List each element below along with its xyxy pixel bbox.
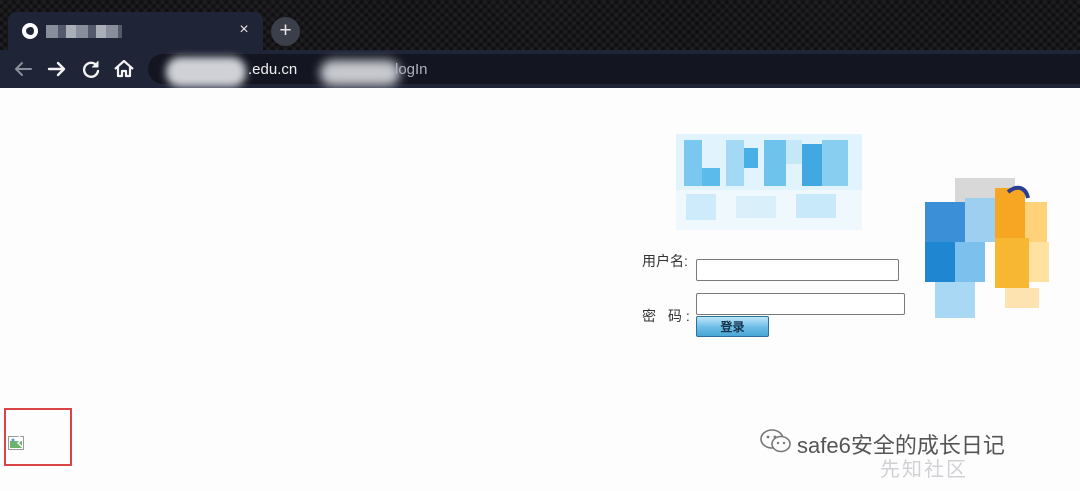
broken-image-icon [8, 436, 24, 450]
tab-title-redacted [46, 25, 122, 38]
close-icon[interactable]: × [235, 21, 253, 39]
login-button[interactable]: 登录 [696, 316, 769, 337]
browser-toolbar: .edu.cn logIn [0, 50, 1080, 88]
browser-chrome: × + .edu.cn logIn [0, 0, 1080, 88]
site-logo [676, 134, 862, 230]
forward-arrow-icon[interactable] [44, 56, 70, 82]
url-redacted-path [320, 60, 400, 86]
password-field[interactable] [696, 293, 905, 315]
reload-icon[interactable] [78, 56, 104, 82]
page-content: 用户名: 密 码: 登录 safe6安全的成长日记 先知社区 [0, 88, 1080, 491]
mascot-image [925, 178, 1049, 318]
address-bar[interactable]: .edu.cn logIn [148, 54, 1080, 87]
faint-watermark-text: 先知社区 [880, 459, 968, 481]
browser-tab[interactable]: × [8, 12, 263, 50]
url-path: logIn [395, 61, 428, 78]
new-tab-button[interactable]: + [271, 17, 300, 46]
username-field[interactable] [696, 259, 899, 281]
username-label: 用户名: [642, 253, 688, 269]
wechat-icon [760, 429, 791, 453]
password-label: 密 码: [642, 308, 694, 324]
favicon-icon [22, 23, 38, 39]
url-domain: .edu.cn [248, 61, 298, 78]
home-icon[interactable] [111, 56, 137, 82]
url-redacted-host [166, 57, 246, 87]
back-arrow-icon[interactable] [10, 56, 36, 82]
